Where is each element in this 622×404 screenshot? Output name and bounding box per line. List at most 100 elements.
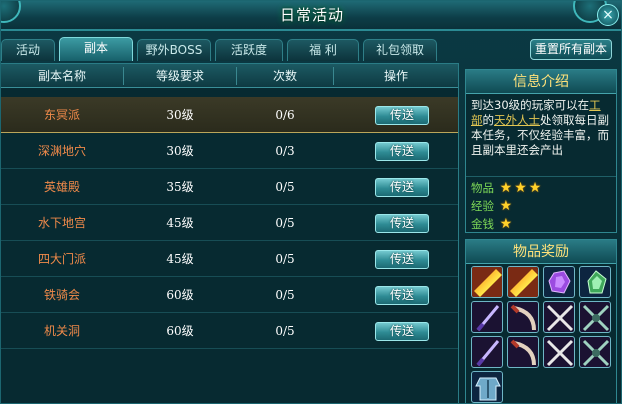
- info-box: 信息介绍 到达30级的玩家可以在工部的天外人士处领取每日副本任务，不仅经验丰富，…: [465, 69, 617, 233]
- table-row[interactable]: 四大门派 45级 0/5 传送: [1, 241, 458, 277]
- tab-field-boss[interactable]: 野外BOSS: [137, 39, 211, 61]
- teleport-button[interactable]: 传送: [375, 106, 429, 125]
- level-requirement: 35级: [166, 180, 194, 194]
- tab-gift-claim[interactable]: 礼包领取: [363, 39, 437, 61]
- table-header: 副本名称 等级要求 次数 操作: [1, 64, 458, 88]
- teleport-button[interactable]: 传送: [375, 142, 429, 161]
- teleport-button[interactable]: 传送: [375, 214, 429, 233]
- tab-activity[interactable]: 活动: [1, 39, 55, 61]
- dungeon-name: 机关洞: [43, 324, 80, 338]
- attempt-count: 0/5: [275, 180, 295, 194]
- star-icon: ★: [528, 180, 542, 196]
- green-gem-icon: [587, 270, 607, 294]
- curved-blade-icon: [510, 304, 536, 331]
- table-row[interactable]: 铁骑会 60级 0/5 传送: [1, 277, 458, 313]
- star-icon: ★: [499, 180, 513, 196]
- reward-slot[interactable]: [579, 301, 611, 333]
- attempt-count: 0/6: [275, 108, 295, 122]
- tab-bar: 活动 副本 野外BOSS 活跃度 福 利 礼包领取: [1, 37, 461, 61]
- teleport-button[interactable]: 传送: [375, 286, 429, 305]
- reward-slot[interactable]: [543, 266, 575, 298]
- rating-row-items: 物品 ★ ★ ★: [471, 179, 611, 197]
- attempt-count: 0/5: [275, 252, 295, 266]
- column-header-level: 等级要求: [155, 69, 204, 83]
- reward-box: 物品奖励: [465, 239, 617, 403]
- star-icon: ★: [514, 180, 527, 196]
- dungeon-name: 英雄殿: [43, 180, 80, 194]
- reward-slot[interactable]: [507, 301, 539, 333]
- column-header-name: 副本名称: [37, 69, 86, 83]
- level-requirement: 30级: [166, 108, 194, 122]
- rating-list: 物品 ★ ★ ★ 经验 ★ 金钱 ★: [466, 176, 616, 235]
- tab-dungeon[interactable]: 副本: [59, 37, 133, 61]
- reward-grid: [466, 264, 616, 403]
- dungeon-name: 东冥派: [43, 108, 80, 122]
- info-title: 信息介绍: [466, 70, 616, 94]
- crossed-axes-icon: [582, 304, 610, 332]
- close-icon: ×: [602, 7, 614, 23]
- dagger-icon: [476, 340, 500, 367]
- info-text: 的: [482, 113, 495, 127]
- table-row[interactable]: 水下地宫 45级 0/5 传送: [1, 205, 458, 241]
- teleport-button[interactable]: 传送: [375, 322, 429, 341]
- star-icon: ★: [499, 216, 513, 232]
- dungeon-name: 深渊地穴: [37, 144, 86, 158]
- rainbow-scroll-icon: [472, 267, 502, 297]
- level-requirement: 60级: [166, 288, 194, 302]
- rating-label: 经验: [471, 199, 494, 213]
- rating-row-exp: 经验 ★: [471, 197, 611, 215]
- close-button[interactable]: ×: [597, 4, 619, 26]
- level-requirement: 30级: [166, 144, 194, 158]
- crossed-swords-icon: [546, 304, 574, 332]
- attempt-count: 0/5: [275, 216, 295, 230]
- dungeon-list-panel: 副本名称 等级要求 次数 操作 东冥派 30级 0/6 传送 深渊地穴 30级 …: [1, 63, 459, 403]
- crossed-axes-icon: [582, 339, 610, 367]
- dungeon-name: 水下地宫: [37, 216, 86, 230]
- teleport-button[interactable]: 传送: [375, 178, 429, 197]
- window-title: 日常活动: [279, 6, 344, 24]
- title-bar[interactable]: 日常活动 ×: [1, 1, 621, 31]
- reward-slot[interactable]: [471, 301, 503, 333]
- armor-icon: [475, 377, 501, 401]
- reward-slot[interactable]: [579, 266, 611, 298]
- level-requirement: 45级: [166, 252, 194, 266]
- tab-activeness[interactable]: 活跃度: [215, 39, 283, 61]
- reward-slot[interactable]: [543, 336, 575, 368]
- attempt-count: 0/3: [275, 144, 295, 158]
- teleport-button[interactable]: 传送: [375, 250, 429, 269]
- column-header-action: 操作: [383, 69, 408, 83]
- star-icon: ★: [499, 198, 513, 214]
- rating-label: 金钱: [471, 217, 494, 231]
- reward-slot[interactable]: [507, 336, 539, 368]
- info-description: 到达30级的玩家可以在工部的天外人士处领取每日副本任务，不仅经验丰富，而且副本里…: [466, 94, 616, 160]
- curved-blade-icon: [510, 339, 536, 366]
- dagger-icon: [476, 305, 500, 332]
- level-requirement: 60级: [166, 324, 194, 338]
- table-row[interactable]: 东冥派 30级 0/6 传送: [1, 97, 458, 133]
- table-row[interactable]: 英雄殿 35级 0/5 传送: [1, 169, 458, 205]
- table-row[interactable]: 机关洞 60级 0/5 传送: [1, 313, 458, 349]
- attempt-count: 0/5: [275, 288, 295, 302]
- reset-all-dungeons-button[interactable]: 重置所有副本: [530, 39, 612, 60]
- reward-slot[interactable]: [471, 266, 503, 298]
- tab-welfare[interactable]: 福 利: [287, 39, 359, 61]
- table-row[interactable]: 深渊地穴 30级 0/3 传送: [1, 133, 458, 169]
- rating-label: 物品: [471, 181, 494, 195]
- rainbow-scroll-icon: [508, 267, 538, 297]
- dungeon-name: 铁骑会: [43, 288, 80, 302]
- dungeon-name: 四大门派: [37, 252, 86, 266]
- level-requirement: 45级: [166, 216, 194, 230]
- daily-activity-window: 日常活动 × 活动 副本 野外BOSS 活跃度 福 利 礼包领取 重置所有副本 …: [0, 0, 622, 404]
- purple-gem-icon: [548, 270, 571, 294]
- reward-slot[interactable]: [543, 301, 575, 333]
- reward-title: 物品奖励: [466, 240, 616, 264]
- crossed-swords-icon: [546, 339, 574, 367]
- npc-link-name[interactable]: 天外人士: [494, 113, 540, 127]
- reward-slot[interactable]: [507, 266, 539, 298]
- column-header-count: 次数: [272, 69, 297, 83]
- reward-slot[interactable]: [579, 336, 611, 368]
- attempt-count: 0/5: [275, 324, 295, 338]
- reward-slot[interactable]: [471, 371, 503, 403]
- info-text: 到达30级的玩家可以在: [471, 98, 590, 112]
- reward-slot[interactable]: [471, 336, 503, 368]
